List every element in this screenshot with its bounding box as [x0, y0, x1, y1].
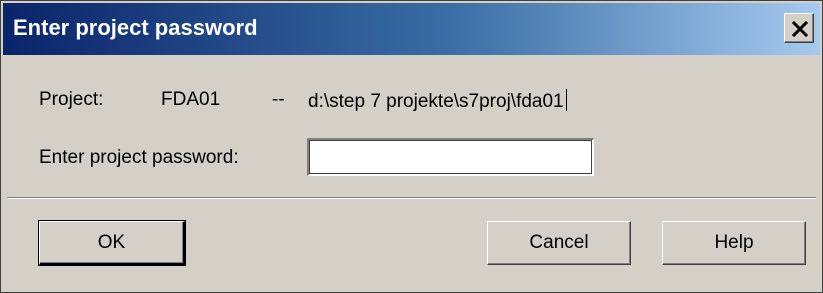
ok-button[interactable]: OK	[38, 220, 186, 266]
password-dialog: Enter project password Project: FDA01 --…	[0, 0, 823, 293]
title-bar[interactable]: Enter project password	[3, 3, 820, 55]
text-caret	[565, 89, 567, 111]
cancel-button[interactable]: Cancel	[487, 221, 631, 265]
project-name: FDA01	[161, 89, 221, 110]
close-button[interactable]	[784, 13, 814, 43]
separator-line	[7, 197, 816, 199]
project-separator: --	[272, 89, 285, 110]
close-icon	[792, 21, 808, 37]
help-button[interactable]: Help	[662, 221, 806, 265]
password-label: Enter project password:	[39, 147, 239, 168]
dialog-title: Enter project password	[13, 15, 258, 40]
project-path: d:\step 7 projekte\s7proj\fda01	[308, 91, 564, 112]
project-path-wrap: d:\step 7 projekte\s7proj\fda01	[308, 89, 567, 113]
project-label: Project:	[39, 89, 104, 110]
password-input[interactable]	[307, 138, 594, 176]
